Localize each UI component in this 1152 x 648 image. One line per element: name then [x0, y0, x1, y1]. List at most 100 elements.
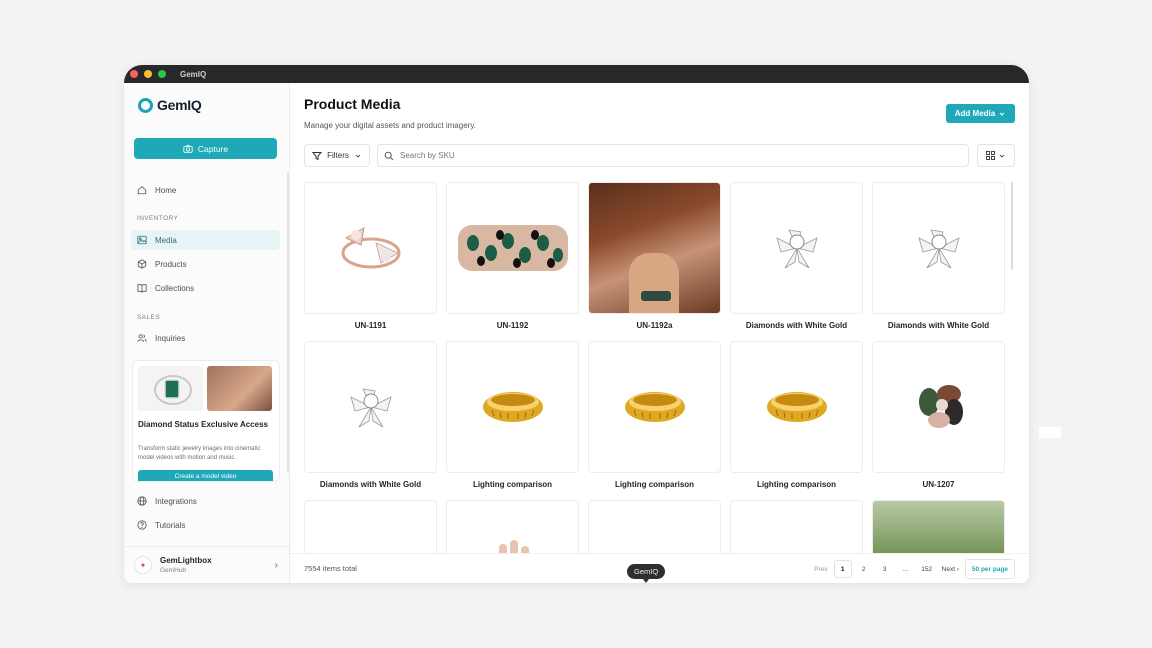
- media-thumbnail[interactable]: [730, 500, 863, 553]
- media-card[interactable]: Lighting comparison: [730, 341, 863, 489]
- media-card[interactable]: Diamonds with White Gold: [304, 341, 437, 489]
- page-ellipsis: ...: [902, 565, 909, 573]
- book-icon: [137, 284, 147, 293]
- media-card[interactable]: Diamonds with White Gold: [872, 182, 1005, 330]
- sidebar-item-products[interactable]: Products: [131, 254, 280, 274]
- media-thumbnail[interactable]: [446, 341, 579, 473]
- next-page-button[interactable]: Next ›: [939, 560, 962, 578]
- filters-label: Filters: [327, 151, 349, 160]
- sidebar-item-label: Integrations: [155, 496, 197, 506]
- search-box[interactable]: [377, 144, 969, 167]
- sidebar-scrollbar[interactable]: [287, 173, 289, 473]
- sidebar-item-media[interactable]: Media: [131, 230, 280, 250]
- page-title: Product Media: [304, 96, 401, 112]
- logo[interactable]: GemIQ: [138, 97, 202, 113]
- main-content: Product Media Manage your digital assets…: [290, 83, 1029, 583]
- sidebar-item-label: Inquiries: [155, 333, 186, 343]
- account-org: GemHub: [160, 567, 187, 574]
- media-thumbnail[interactable]: [872, 500, 1005, 553]
- per-page-select[interactable]: 50 per page: [965, 559, 1015, 579]
- media-thumbnail[interactable]: [304, 500, 437, 553]
- media-thumbnail[interactable]: [588, 341, 721, 473]
- filters-button[interactable]: Filters: [304, 144, 370, 167]
- media-card[interactable]: UN-1192a: [588, 182, 721, 330]
- media-card[interactable]: [446, 500, 579, 553]
- globe-icon: [137, 496, 147, 506]
- media-thumbnail[interactable]: [588, 182, 721, 314]
- media-caption: Diamonds with White Gold: [887, 321, 990, 330]
- promo-title: Diamond Status Exclusive Access: [138, 420, 268, 429]
- section-inventory: INVENTORY: [137, 215, 179, 222]
- prev-page-button[interactable]: Prev: [811, 560, 830, 578]
- media-grid-scrollbar[interactable]: [1011, 182, 1013, 270]
- media-card[interactable]: [730, 500, 863, 553]
- media-thumbnail[interactable]: [446, 500, 579, 553]
- sidebar-item-label: Media: [155, 235, 177, 245]
- account-name: GemLightbox: [160, 556, 212, 565]
- media-card[interactable]: Diamonds with White Gold: [730, 182, 863, 330]
- page-2-button[interactable]: 2: [855, 560, 873, 578]
- media-grid: UN-1191 UN-1192 UN-1192a Diamonds with Whit…: [304, 182, 1007, 553]
- media-card[interactable]: [872, 500, 1005, 553]
- media-thumbnail[interactable]: [872, 341, 1005, 473]
- pagination: Prev 1 2 3 ... 152 Next › 50 per page: [811, 559, 1015, 579]
- sidebar-item-collections[interactable]: Collections: [131, 278, 280, 298]
- media-thumbnail[interactable]: [304, 182, 437, 314]
- capture-button[interactable]: Capture: [134, 138, 277, 159]
- media-thumbnail[interactable]: [304, 341, 437, 473]
- close-window-button[interactable]: [130, 70, 138, 78]
- minimize-window-button[interactable]: [144, 70, 152, 78]
- media-card[interactable]: Lighting comparison: [588, 341, 721, 489]
- create-model-video-button[interactable]: Create a model video: [138, 470, 273, 481]
- search-input[interactable]: [400, 151, 940, 160]
- capture-label: Capture: [197, 143, 229, 154]
- media-caption: Diamonds with White Gold: [745, 321, 848, 330]
- sidebar-item-label: Tutorials: [155, 520, 186, 530]
- add-media-button[interactable]: Add Media: [946, 104, 1015, 123]
- sidebar-item-home[interactable]: Home: [131, 180, 280, 200]
- media-caption: UN-1192: [496, 321, 529, 330]
- media-card[interactable]: UN-1191: [304, 182, 437, 330]
- filter-icon: [312, 151, 323, 160]
- page-1-button[interactable]: 1: [833, 560, 852, 578]
- logo-icon: [138, 97, 153, 113]
- help-circle-icon: [137, 520, 147, 530]
- media-thumbnail[interactable]: [872, 182, 1005, 314]
- sidebar-item-inquiries[interactable]: Inquiries: [131, 328, 280, 348]
- media-thumbnail[interactable]: [588, 500, 721, 553]
- media-card[interactable]: UN-1192: [446, 182, 579, 330]
- maximize-window-button[interactable]: [158, 70, 166, 78]
- grid-icon: [986, 151, 995, 160]
- media-card[interactable]: [588, 500, 721, 553]
- media-thumbnail[interactable]: [446, 182, 579, 314]
- media-caption: UN-1207: [922, 480, 955, 489]
- media-caption: UN-1191: [354, 321, 387, 330]
- media-caption: Diamonds with White Gold: [319, 480, 422, 489]
- media-thumbnail[interactable]: [730, 182, 863, 314]
- sidebar-item-label: Products: [155, 259, 187, 269]
- last-page-button[interactable]: 152: [918, 560, 936, 578]
- home-icon: [137, 186, 147, 195]
- view-toggle-button[interactable]: [977, 144, 1015, 167]
- media-card[interactable]: [304, 500, 437, 553]
- image-icon: [137, 235, 147, 245]
- sidebar: GemIQ Capture Home INVENTORY Media Produ…: [124, 83, 290, 583]
- page-3-button[interactable]: 3: [876, 560, 894, 578]
- sidebar-item-tutorials[interactable]: Tutorials: [131, 515, 280, 535]
- sidebar-item-label: Collections: [155, 283, 195, 293]
- camera-icon: [183, 144, 193, 153]
- media-card[interactable]: UN-1207: [872, 341, 1005, 489]
- next-label: Next: [941, 565, 956, 573]
- add-media-label: Add Media: [954, 109, 996, 118]
- promo-card: Diamond Status Exclusive Access Transfor…: [132, 360, 280, 482]
- media-caption: Lighting comparison: [614, 480, 695, 489]
- logo-text: GemIQ: [157, 97, 202, 113]
- app-window: GemIQ GemIQ Capture Home INVENTORY Media: [124, 65, 1029, 583]
- sidebar-item-label: Home: [155, 185, 177, 195]
- media-caption: Lighting comparison: [756, 480, 837, 489]
- window-titlebar: GemIQ: [124, 65, 1029, 83]
- sidebar-item-integrations[interactable]: Integrations: [131, 491, 280, 511]
- account-switcher[interactable]: ✦ GemLightbox GemHub ›: [124, 546, 290, 583]
- media-card[interactable]: Lighting comparison: [446, 341, 579, 489]
- media-thumbnail[interactable]: [730, 341, 863, 473]
